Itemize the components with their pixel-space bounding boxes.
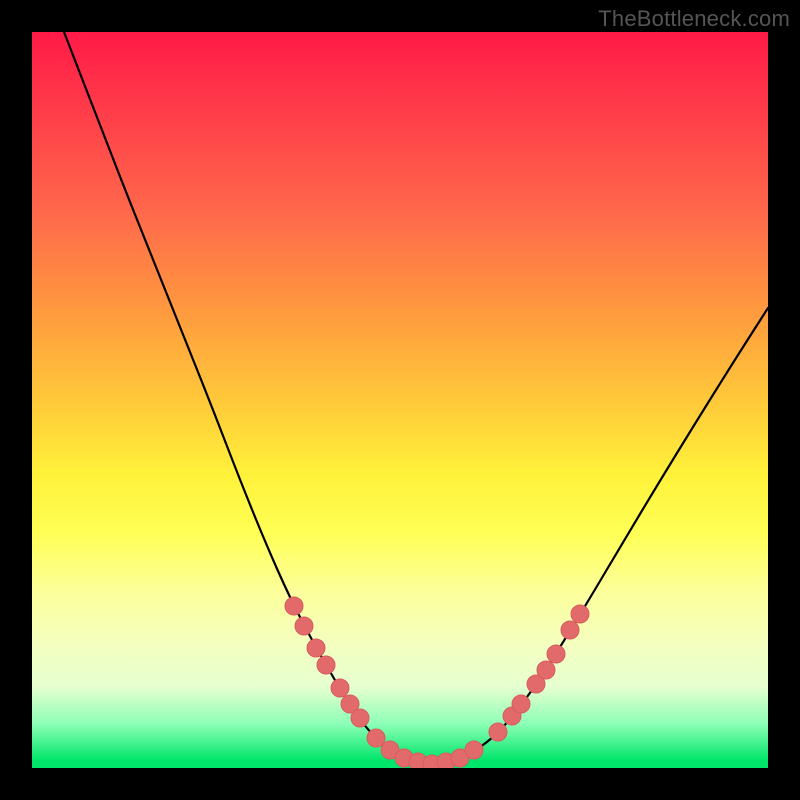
- data-marker: [503, 707, 521, 725]
- data-marker: [381, 741, 399, 759]
- plot-area: [32, 32, 768, 768]
- data-marker: [409, 753, 427, 768]
- data-marker: [561, 621, 579, 639]
- data-marker: [351, 709, 369, 727]
- data-marker: [341, 695, 359, 713]
- data-markers: [285, 597, 589, 768]
- data-marker: [489, 723, 507, 741]
- data-marker: [331, 679, 349, 697]
- data-marker: [451, 749, 469, 767]
- watermark-label: TheBottleneck.com: [598, 6, 790, 32]
- data-marker: [527, 675, 545, 693]
- data-marker: [547, 645, 565, 663]
- data-marker: [395, 749, 413, 767]
- data-marker: [317, 656, 335, 674]
- data-marker: [423, 755, 441, 768]
- bottleneck-curve: [64, 32, 768, 764]
- data-marker: [512, 695, 530, 713]
- data-marker: [285, 597, 303, 615]
- chart-svg: [32, 32, 768, 768]
- data-marker: [465, 741, 483, 759]
- data-marker: [295, 617, 313, 635]
- data-marker: [367, 729, 385, 747]
- data-marker: [307, 639, 325, 657]
- data-marker: [437, 753, 455, 768]
- data-marker: [571, 605, 589, 623]
- data-marker: [537, 661, 555, 679]
- chart-frame: TheBottleneck.com: [0, 0, 800, 800]
